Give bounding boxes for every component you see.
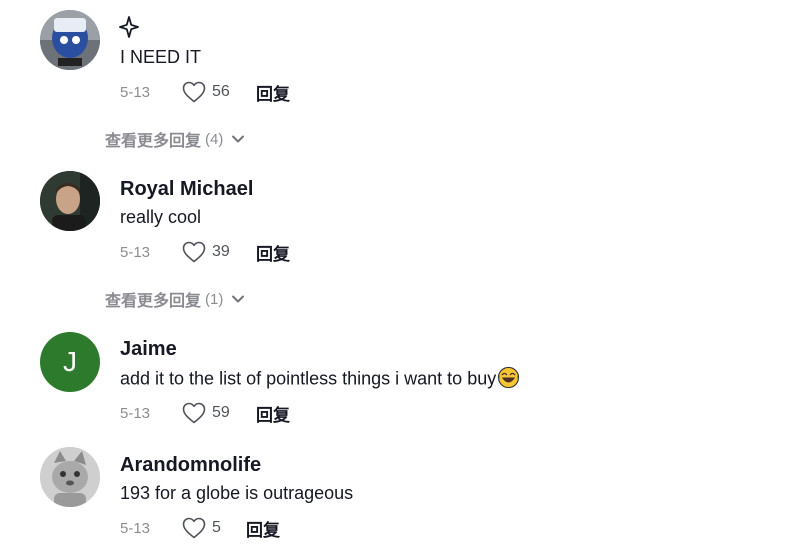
- comment-text: I NEED IT: [120, 47, 202, 67]
- heart-outline-icon: [182, 81, 206, 103]
- view-more-label: 查看更多回复: [105, 293, 202, 310]
- comment-actions: 5-13 59 回复: [120, 400, 290, 426]
- reply-button[interactable]: 回复: [256, 401, 290, 426]
- heart-outline-icon: [182, 517, 206, 539]
- chevron-down-icon: [232, 295, 245, 303]
- view-more-replies[interactable]: 查看更多回复 (4): [105, 127, 245, 151]
- view-more-label: 查看更多回复: [105, 133, 202, 150]
- view-more-replies[interactable]: 查看更多回复 (1): [105, 287, 245, 311]
- view-more-count: (1): [205, 290, 224, 308]
- comment-actions: 5-13 56 回复: [120, 79, 290, 105]
- like-button[interactable]: 5: [182, 517, 246, 539]
- reply-button[interactable]: 回复: [256, 240, 290, 265]
- avatar[interactable]: J: [40, 332, 100, 392]
- laughing-tears-emoji-icon: [498, 366, 520, 389]
- like-count: 39: [212, 243, 230, 260]
- comment-date: 5-13: [120, 243, 151, 261]
- reply-button[interactable]: 回复: [256, 80, 290, 105]
- chevron-down-icon: [232, 135, 245, 143]
- avatar[interactable]: [40, 447, 100, 507]
- comment-text: add it to the list of pointless things i…: [120, 368, 497, 389]
- like-button[interactable]: 39: [182, 241, 256, 263]
- comment-date: 5-13: [120, 83, 151, 101]
- comment-actions: 5-13 39 回复: [120, 239, 290, 265]
- comment-text-row: add it to the list of pointless things i…: [120, 366, 520, 391]
- comment-date: 5-13: [120, 404, 151, 422]
- avatar[interactable]: [40, 10, 100, 70]
- comment-text: really cool: [120, 207, 202, 227]
- like-button[interactable]: 59: [182, 402, 256, 424]
- heart-outline-icon: [182, 402, 206, 424]
- like-count: 5: [212, 519, 221, 536]
- like-count: 59: [212, 404, 230, 421]
- comment-author[interactable]: Royal Michael: [120, 178, 253, 201]
- like-count: 56: [212, 83, 230, 100]
- sparkle-icon: [119, 16, 139, 38]
- comment-text: 193 for a globe is outrageous: [120, 483, 354, 503]
- comment-author[interactable]: Jaime: [120, 338, 177, 361]
- avatar[interactable]: [40, 171, 100, 231]
- comment-author[interactable]: Arandomnolife: [120, 454, 261, 477]
- avatar-image: [40, 447, 100, 507]
- comment-date: 5-13: [120, 519, 151, 537]
- comment-actions: 5-13 5 回复: [120, 515, 280, 541]
- view-more-count: (4): [205, 130, 224, 148]
- heart-outline-icon: [182, 241, 206, 263]
- reply-button[interactable]: 回复: [246, 516, 280, 541]
- avatar-initial: J: [63, 346, 77, 377]
- avatar-image: [40, 10, 100, 70]
- like-button[interactable]: 56: [182, 81, 256, 103]
- avatar-image: [40, 171, 100, 231]
